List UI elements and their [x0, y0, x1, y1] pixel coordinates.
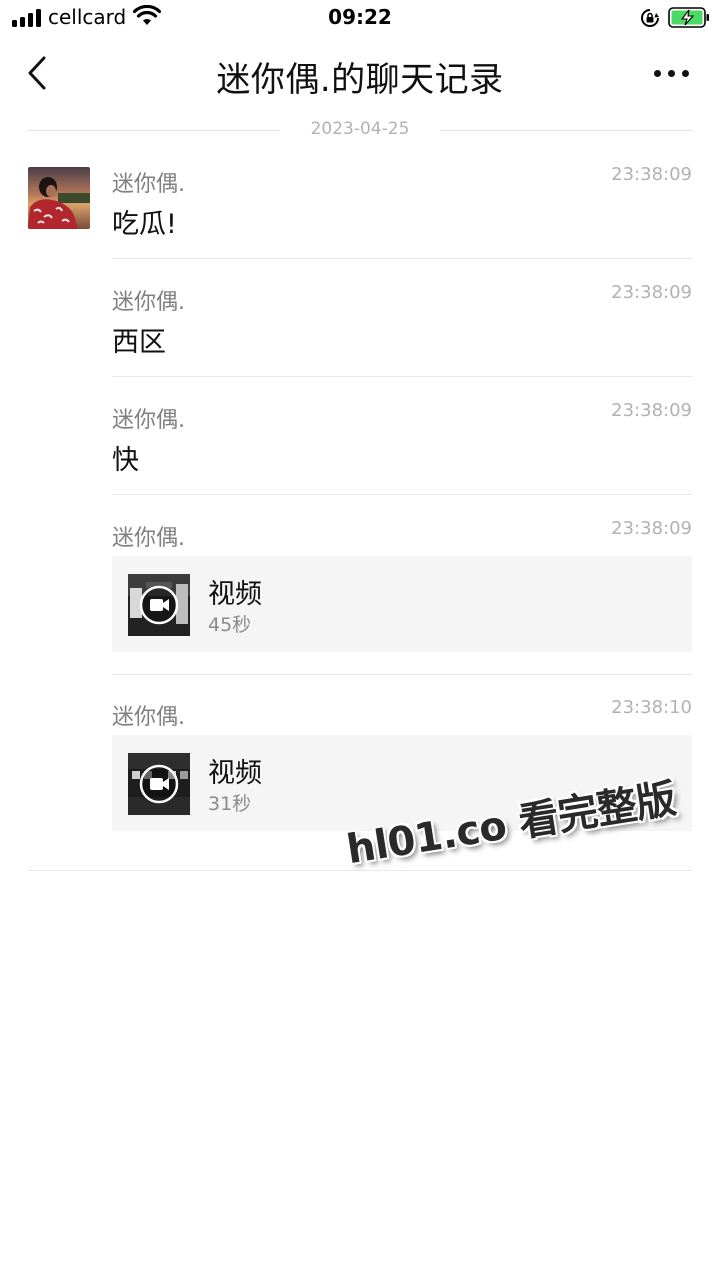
page-title: 迷你偶.的聊天记录: [216, 60, 504, 100]
battery-charging-icon: [668, 7, 709, 28]
video-message-card[interactable]: 视频 45秒: [112, 556, 692, 652]
video-title: 视频: [208, 758, 262, 789]
sender-name: 迷你偶.: [112, 408, 185, 433]
sender-name: 迷你偶.: [112, 705, 185, 730]
date-label: 2023-04-25: [310, 119, 410, 139]
list-item[interactable]: 迷你偶. 23:38:09 吃瓜!: [112, 164, 692, 240]
video-title: 视频: [208, 579, 262, 610]
video-thumbnail[interactable]: [128, 753, 190, 815]
sender-name: 迷你偶.: [112, 172, 185, 197]
list-item: 迷你偶. 23:38:09 视频 45秒: [112, 518, 692, 652]
rotation-lock-icon: [641, 9, 659, 27]
divider: [112, 258, 692, 259]
video-duration: 31秒: [208, 793, 252, 815]
sender-name: 迷你偶.: [112, 526, 185, 551]
divider: [112, 494, 692, 495]
message-text: 快: [112, 445, 139, 476]
avatar[interactable]: [28, 167, 90, 229]
video-duration: 45秒: [208, 614, 252, 636]
video-thumbnail[interactable]: [128, 574, 190, 636]
chevron-left-icon[interactable]: [22, 54, 52, 94]
divider: [112, 376, 692, 377]
message-time: 23:38:09: [611, 400, 692, 421]
divider: [112, 674, 692, 675]
list-item[interactable]: 迷你偶. 23:38:09 快: [112, 400, 692, 476]
nav-bar: 迷你偶.的聊天记录: [0, 40, 720, 108]
list-item[interactable]: 迷你偶. 23:38:09 西区: [112, 282, 692, 358]
message-text: 吃瓜!: [112, 209, 177, 240]
sender-name: 迷你偶.: [112, 290, 185, 315]
message-time: 23:38:09: [611, 164, 692, 185]
message-time: 23:38:09: [611, 282, 692, 303]
message-text: 西区: [112, 327, 166, 358]
status-bar: cellcard 09:22: [0, 0, 720, 40]
date-divider: 2023-04-25: [28, 118, 692, 144]
message-time: 23:38:10: [611, 697, 692, 718]
message-time: 23:38:09: [611, 518, 692, 539]
status-time: 09:22: [328, 5, 392, 29]
divider-line-right: [440, 130, 692, 131]
more-dots-icon[interactable]: [650, 60, 694, 88]
